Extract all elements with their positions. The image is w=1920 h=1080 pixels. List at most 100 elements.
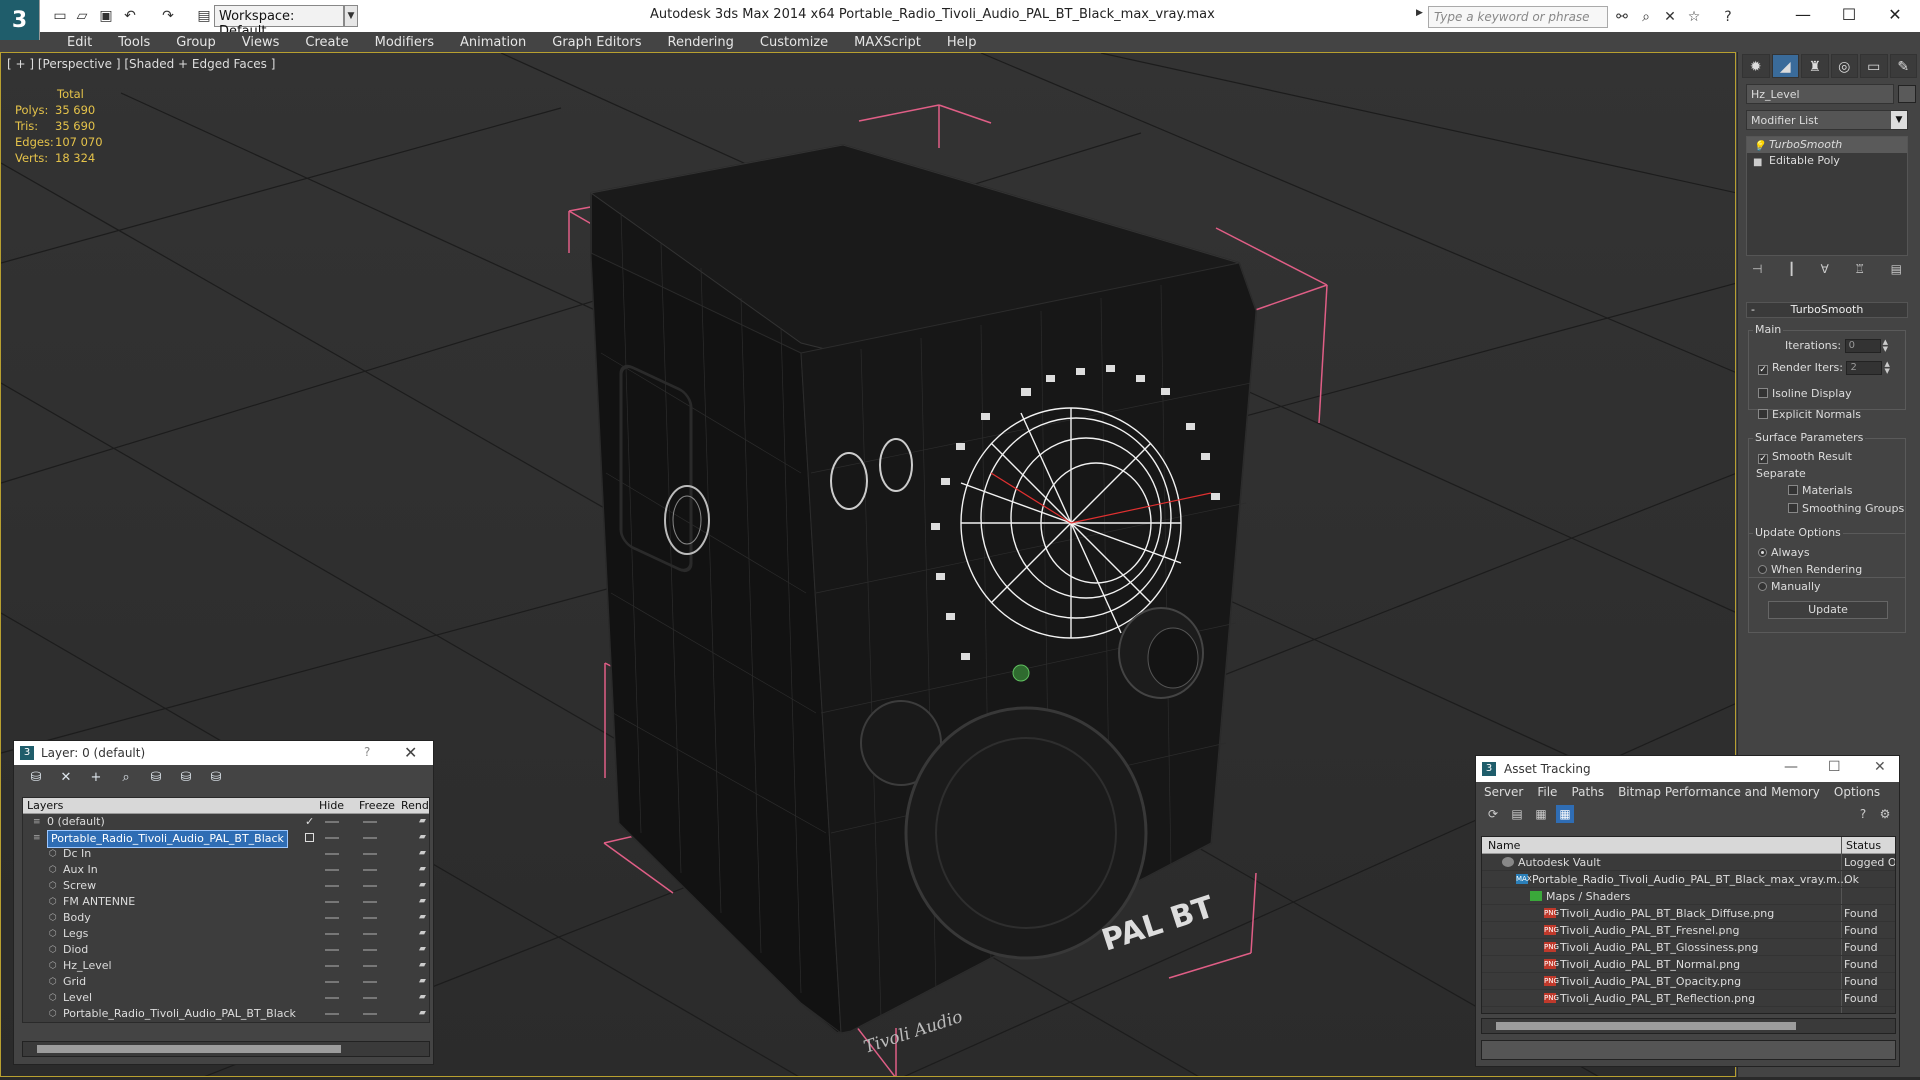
hide-toggle[interactable] bbox=[325, 837, 339, 839]
project-folder-icon[interactable]: ▤ bbox=[194, 6, 214, 26]
render-teapot-icon[interactable]: ▰ bbox=[419, 897, 429, 906]
layer-row[interactable]: ≡ 0 (default) ✓ ▰ bbox=[23, 814, 429, 830]
column-render[interactable]: Rende bbox=[401, 799, 429, 812]
communication-icon[interactable]: ✕ bbox=[1660, 7, 1680, 27]
horizontal-scrollbar[interactable] bbox=[22, 1041, 430, 1057]
search-input[interactable]: Type a keyword or phrase bbox=[1428, 6, 1608, 28]
asset-row[interactable]: MAX Portable_Radio_Tivoli_Audio_PAL_BT_Bl… bbox=[1482, 871, 1895, 888]
materials-checkbox[interactable] bbox=[1788, 485, 1798, 495]
explicit-normals-checkbox[interactable] bbox=[1758, 409, 1768, 419]
menu-tools[interactable]: Tools bbox=[105, 35, 163, 50]
hide-toggle[interactable] bbox=[325, 933, 339, 935]
maximize-button[interactable]: ☐ bbox=[1828, 759, 1841, 775]
render-teapot-icon[interactable]: ▰ bbox=[419, 977, 429, 986]
smooth-result-checkbox[interactable]: ✓ bbox=[1758, 454, 1768, 464]
layer-row[interactable]: ⬡ Legs ▰ bbox=[23, 926, 429, 942]
stack-item-turbosmooth[interactable]: 💡 TurboSmooth bbox=[1747, 137, 1907, 153]
freeze-toggle[interactable] bbox=[363, 853, 377, 855]
freeze-toggle[interactable] bbox=[363, 981, 377, 983]
freeze-toggle[interactable] bbox=[363, 997, 377, 999]
menu-animation[interactable]: Animation bbox=[447, 35, 539, 50]
favorites-star-icon[interactable]: ☆ bbox=[1684, 7, 1704, 27]
show-end-result-icon[interactable]: ┃ bbox=[1788, 262, 1795, 282]
open-file-icon[interactable]: ▱ bbox=[72, 6, 92, 26]
delete-layer-icon[interactable]: ✕ bbox=[56, 769, 76, 787]
render-teapot-icon[interactable]: ▰ bbox=[419, 849, 429, 858]
layer-row[interactable]: ⬡ Diod ▰ bbox=[23, 942, 429, 958]
add-to-layer-icon[interactable]: + bbox=[86, 769, 106, 787]
configure-modifier-sets-icon[interactable]: ▤ bbox=[1891, 262, 1902, 282]
layer-row[interactable]: ⬡ Level ▰ bbox=[23, 990, 429, 1006]
help-icon[interactable]: ? bbox=[1854, 805, 1872, 823]
menu-help[interactable]: Help bbox=[934, 35, 990, 50]
close-button[interactable]: ✕ bbox=[1872, 0, 1918, 32]
freeze-all-layers-icon[interactable]: ⛁ bbox=[206, 769, 226, 787]
object-name-field[interactable]: Hz_Level bbox=[1746, 84, 1894, 104]
hide-toggle[interactable] bbox=[325, 821, 339, 823]
render-teapot-icon[interactable]: ▰ bbox=[419, 1009, 429, 1018]
asset-row[interactable]: Autodesk Vault Logged O bbox=[1482, 854, 1895, 871]
layer-row[interactable]: ⬡ Body ▰ bbox=[23, 910, 429, 926]
layer-row[interactable]: ⬡ Screw ▰ bbox=[23, 878, 429, 894]
redo-icon[interactable]: ↷ bbox=[158, 6, 178, 26]
scrollbar-thumb[interactable] bbox=[1496, 1022, 1796, 1030]
layer-row[interactable]: ⬡ Grid ▰ bbox=[23, 974, 429, 990]
column-freeze[interactable]: Freeze bbox=[359, 799, 395, 812]
make-unique-icon[interactable]: ∀ bbox=[1821, 262, 1829, 282]
asset-row[interactable]: PNG Tivoli_Audio_PAL_BT_Normal.png Found bbox=[1482, 956, 1895, 973]
render-teapot-icon[interactable]: ▰ bbox=[419, 945, 429, 954]
hide-toggle[interactable] bbox=[325, 981, 339, 983]
asset-row[interactable]: PNG Tivoli_Audio_PAL_BT_Reflection.png Fou… bbox=[1482, 990, 1895, 1007]
render-teapot-icon[interactable]: ▰ bbox=[419, 865, 429, 874]
freeze-toggle[interactable] bbox=[363, 1013, 377, 1015]
spinner-arrows-icon[interactable]: ▲ ▼ bbox=[1884, 361, 1889, 375]
object-color-swatch[interactable] bbox=[1898, 85, 1916, 103]
hide-toggle[interactable] bbox=[325, 853, 339, 855]
motion-tab-icon[interactable]: ◎ bbox=[1830, 54, 1858, 78]
utilities-tab-icon[interactable]: ✎ bbox=[1889, 54, 1917, 78]
always-radio[interactable] bbox=[1758, 548, 1767, 557]
hide-toggle[interactable] bbox=[325, 949, 339, 951]
render-iters-spinner[interactable]: 2 bbox=[1846, 361, 1883, 375]
iterations-spinner[interactable]: 0 bbox=[1844, 339, 1881, 353]
render-teapot-icon[interactable]: ▰ bbox=[419, 913, 429, 922]
asset-row[interactable]: PNG Tivoli_Audio_PAL_BT_Opacity.png Found bbox=[1482, 973, 1895, 990]
collapse-icon[interactable]: - bbox=[1751, 303, 1755, 317]
menu-server[interactable]: Server bbox=[1484, 785, 1523, 799]
menu-options[interactable]: Options bbox=[1834, 785, 1880, 799]
when-rendering-radio[interactable] bbox=[1758, 565, 1767, 574]
asset-row[interactable]: PNG Tivoli_Audio_PAL_BT_Glossiness.png Fou… bbox=[1482, 939, 1895, 956]
menu-views[interactable]: Views bbox=[229, 35, 293, 50]
pin-stack-icon[interactable]: ⊣ bbox=[1752, 262, 1762, 282]
menu-paths[interactable]: Paths bbox=[1571, 785, 1604, 799]
list-view-icon[interactable]: ▤ bbox=[1508, 805, 1526, 823]
expand-search-icon[interactable]: ▶ bbox=[1416, 8, 1423, 18]
expand-icon[interactable]: ■ bbox=[1753, 155, 1762, 171]
menu-rendering[interactable]: Rendering bbox=[655, 35, 747, 50]
render-teapot-icon[interactable]: ▰ bbox=[419, 881, 429, 890]
menu-modifiers[interactable]: Modifiers bbox=[362, 35, 447, 50]
settings-icon[interactable]: ⚙ bbox=[1876, 805, 1894, 823]
scrollbar-thumb[interactable] bbox=[37, 1045, 341, 1053]
stack-item-editable-poly[interactable]: ■ Editable Poly bbox=[1747, 153, 1907, 169]
isoline-checkbox[interactable] bbox=[1758, 388, 1768, 398]
layer-row[interactable]: ⬡ Portable_Radio_Tivoli_Audio_PAL_BT_Blac… bbox=[23, 1006, 429, 1022]
asset-row[interactable]: Maps / Shaders bbox=[1482, 888, 1895, 905]
layer-row[interactable]: ⬡ FM ANTENNE ▰ bbox=[23, 894, 429, 910]
freeze-toggle[interactable] bbox=[363, 965, 377, 967]
hide-toggle[interactable] bbox=[325, 997, 339, 999]
chevron-down-icon[interactable]: ▼ bbox=[344, 5, 358, 27]
render-iters-checkbox[interactable]: ✓ bbox=[1758, 365, 1768, 375]
hide-toggle[interactable] bbox=[325, 869, 339, 871]
display-tab-icon[interactable]: ▭ bbox=[1860, 54, 1888, 78]
manually-radio[interactable] bbox=[1758, 582, 1767, 591]
turbosmooth-rollout-header[interactable]: - TurboSmooth bbox=[1746, 302, 1908, 318]
asset-row[interactable]: PNG Tivoli_Audio_PAL_BT_Fresnel.png Found bbox=[1482, 922, 1895, 939]
render-teapot-icon[interactable]: ▰ bbox=[419, 929, 429, 938]
menu-bitmap-performance[interactable]: Bitmap Performance and Memory bbox=[1618, 785, 1820, 799]
subscription-icon[interactable]: ⌕ bbox=[1636, 7, 1656, 27]
chevron-down-icon[interactable]: ▼ bbox=[1891, 111, 1907, 129]
render-teapot-icon[interactable]: ▰ bbox=[419, 993, 429, 1002]
menu-group[interactable]: Group bbox=[163, 35, 229, 50]
current-layer-check-icon[interactable]: ✓ bbox=[305, 814, 314, 830]
